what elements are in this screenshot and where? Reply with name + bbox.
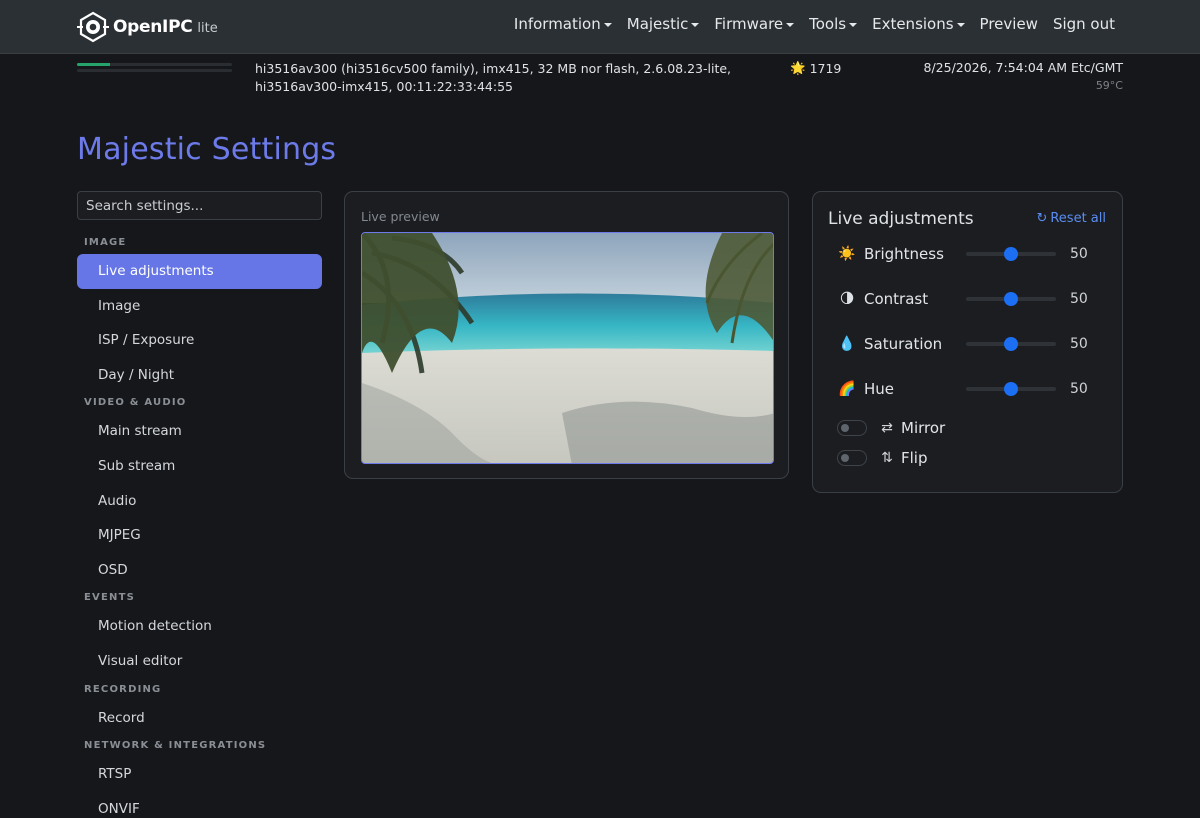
search-settings-input[interactable]: [77, 191, 322, 220]
brand-sub: lite: [197, 21, 218, 36]
caret-down-icon: [786, 23, 795, 27]
saturation-slider[interactable]: [966, 330, 1056, 358]
nav-item-majestic[interactable]: Majestic: [627, 15, 700, 33]
refresh-icon: ↻: [1036, 211, 1048, 226]
hue-label: Hue: [864, 380, 895, 398]
slider-thumb[interactable]: [1004, 247, 1018, 261]
nav-item-preview[interactable]: Preview: [980, 15, 1038, 33]
sidebar-item-audio[interactable]: Audio: [77, 484, 322, 519]
nav-item-tools[interactable]: Tools: [809, 15, 858, 33]
sidebar-section-image: IMAGE: [84, 237, 127, 248]
sidebar-item-sub-stream[interactable]: Sub stream: [77, 449, 322, 484]
sidebar-item-isp-exposure[interactable]: ISP / Exposure: [77, 323, 322, 358]
brightness-value: 50: [1070, 246, 1088, 262]
contrast-slider[interactable]: [966, 285, 1056, 313]
nav-item-label: Majestic: [626, 15, 689, 33]
contrast-label: Contrast: [864, 290, 929, 308]
uptime: 🌟 1719: [790, 60, 841, 76]
adjustments-title: Live adjustments: [828, 209, 974, 229]
hue-slider[interactable]: [966, 375, 1056, 403]
mirror-toggle[interactable]: [837, 420, 867, 436]
navbar: OpenIPC lite Information Majestic Firmware…: [0, 0, 1200, 54]
mirror-icon: ⇄: [881, 420, 893, 436]
sidebar-item-rtsp[interactable]: RTSP: [77, 757, 322, 792]
nav-item-firmware[interactable]: Firmware: [714, 15, 795, 33]
mirror-label: Mirror: [901, 419, 946, 437]
flip-row: ⇅ Flip: [837, 447, 927, 469]
brightness-label: Brightness: [864, 245, 944, 263]
sidebar-item-motion-detection[interactable]: Motion detection: [77, 609, 322, 644]
datetime: 8/25/2026, 7:54:04 AM Etc/GMT: [923, 60, 1124, 75]
contrast-icon: 🌗: [839, 291, 855, 307]
resource-bar-fill: [77, 63, 110, 66]
sun-icon: ☀️: [838, 246, 856, 262]
droplet-icon: 💧: [838, 336, 856, 352]
saturation-label: Saturation: [864, 335, 943, 353]
sidebar-item-osd[interactable]: OSD: [77, 553, 322, 588]
sidebar-item-record[interactable]: Record: [77, 701, 322, 736]
star-icon: 🌟: [790, 60, 806, 75]
nav-item-label: Sign out: [1052, 15, 1115, 33]
main-nav: Information Majestic Firmware Tools Extensio…: [514, 15, 1115, 33]
sidebar-item-main-stream[interactable]: Main stream: [77, 414, 322, 449]
sidebar-item-onvif[interactable]: ONVIF: [77, 792, 322, 818]
mirror-row: ⇄ Mirror: [837, 417, 945, 439]
contrast-value: 50: [1070, 291, 1088, 307]
preview-card: Live preview: [344, 191, 789, 479]
sidebar-section-video-and-audio: VIDEO & AUDIO: [84, 397, 187, 409]
slider-thumb[interactable]: [1004, 382, 1018, 396]
brand-name: OpenIPC: [113, 17, 193, 37]
openipc-logo-icon: [77, 11, 109, 43]
caret-down-icon: [691, 23, 700, 27]
toggle-knob: [841, 424, 849, 432]
nav-item-extensions[interactable]: Extensions: [872, 15, 965, 33]
nav-item-information[interactable]: Information: [514, 15, 612, 33]
nav-item-label: Preview: [979, 15, 1038, 33]
brand[interactable]: OpenIPC lite: [77, 11, 218, 43]
resource-bars: [77, 63, 232, 75]
brightness-row: ☀️ Brightness 50: [837, 240, 1107, 268]
rainbow-icon: 🌈: [838, 381, 856, 397]
sidebar-item-image[interactable]: Image: [77, 289, 322, 324]
saturation-value: 50: [1070, 336, 1088, 352]
flip-label: Flip: [901, 449, 928, 467]
hue-value: 50: [1070, 381, 1088, 397]
hue-row: 🌈 Hue 50: [837, 375, 1107, 403]
toggle-knob: [841, 454, 849, 462]
temperature: 59°C: [1095, 79, 1123, 92]
reset-all-label: Reset all: [1050, 211, 1106, 226]
nav-item-label: Firmware: [714, 15, 784, 33]
resource-bar: [77, 69, 232, 72]
uptime-value: 1719: [809, 60, 842, 76]
sidebar-item-mjpeg[interactable]: MJPEG: [77, 518, 322, 553]
caret-down-icon: [849, 23, 858, 27]
nav-item-sign-out[interactable]: Sign out: [1053, 15, 1115, 33]
caret-down-icon: [603, 23, 612, 27]
contrast-row: 🌗 Contrast 50: [837, 285, 1107, 313]
flip-toggle[interactable]: [837, 450, 867, 466]
page-title: Majestic Settings: [77, 132, 337, 167]
nav-item-label: Extensions: [872, 15, 954, 33]
slider-thumb[interactable]: [1004, 292, 1018, 306]
sidebar-section-events: EVENTS: [84, 592, 135, 604]
sidebar-section-recording: RECORDING: [84, 683, 162, 695]
sidebar-item-live-adjustments[interactable]: Live adjustments: [77, 254, 322, 289]
nav-item-label: Tools: [809, 15, 847, 33]
flip-icon: ⇅: [881, 450, 893, 466]
sidebar-section-network-and-integrations: NETWORK & INTEGRATIONS: [84, 740, 267, 752]
saturation-row: 💧 Saturation 50: [837, 330, 1107, 358]
brightness-slider[interactable]: [966, 240, 1056, 268]
live-preview-image[interactable]: [361, 232, 774, 464]
caret-down-icon: [956, 23, 965, 27]
live-adjustments-card: Live adjustments ↻ Reset all ☀️ Brightnes…: [812, 191, 1123, 493]
slider-thumb[interactable]: [1004, 337, 1018, 351]
system-info: hi3516av300 (hi3516cv500 family), imx415…: [255, 61, 732, 94]
settings-sidebar: IMAGE Live adjustments Image ISP / Exposure…: [77, 232, 322, 818]
nav-item-label: Information: [513, 15, 601, 33]
preview-label: Live preview: [361, 209, 440, 224]
sidebar-item-day-night[interactable]: Day / Night: [77, 358, 322, 393]
resource-bar: [77, 63, 232, 66]
sidebar-item-visual-editor[interactable]: Visual editor: [77, 644, 322, 679]
reset-all-button[interactable]: ↻ Reset all: [1036, 211, 1106, 226]
